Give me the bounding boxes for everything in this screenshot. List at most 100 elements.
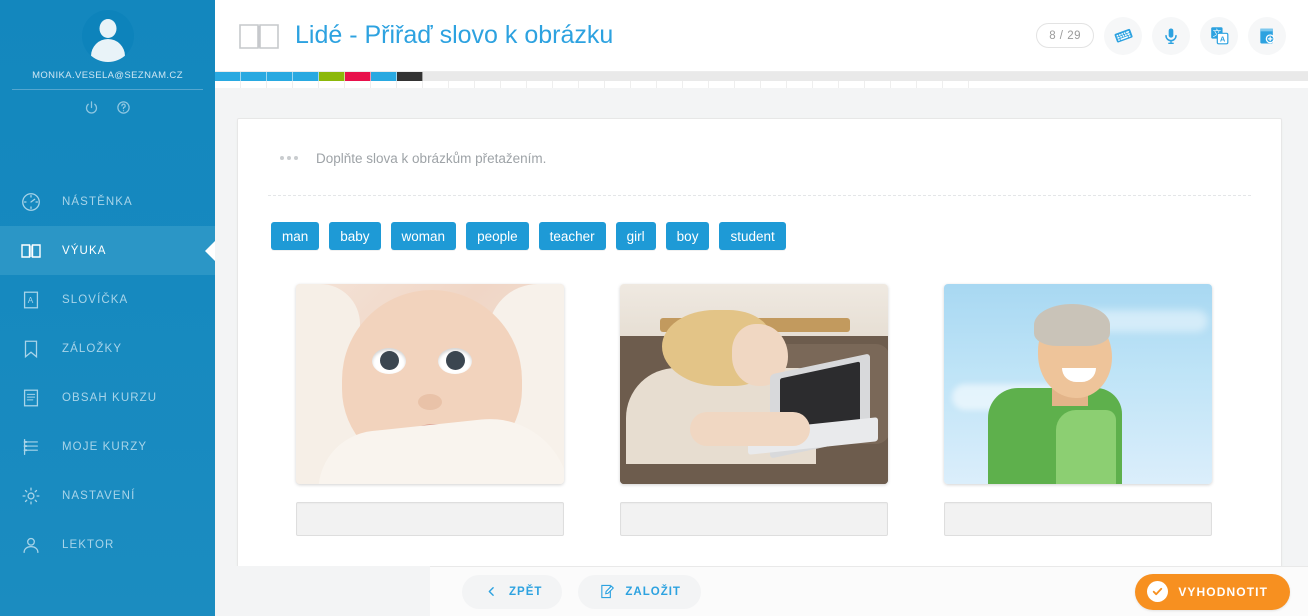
- progress-tick: [241, 81, 267, 88]
- tutor-icon: [18, 532, 44, 558]
- progress-tick: [813, 81, 839, 88]
- back-label: ZPĚT: [509, 585, 543, 598]
- header-left: Lidé - Přiřaď slovo k obrázku: [237, 19, 1036, 53]
- header-actions: 8 / 29 文 A: [1036, 16, 1286, 55]
- progress-segment[interactable]: [397, 72, 423, 81]
- progress-tick: [631, 81, 657, 88]
- sidebar-item-label: VÝUKA: [62, 244, 107, 257]
- progress-tick: [709, 81, 735, 88]
- avatar-body: [90, 39, 125, 62]
- progress-tick: [839, 81, 865, 88]
- progress-tick: [943, 81, 969, 88]
- avatar-head: [99, 19, 116, 38]
- word-chip[interactable]: baby: [329, 222, 381, 250]
- answer-dropzone[interactable]: [296, 502, 564, 536]
- sidebar-item-label: SLOVÍČKA: [62, 293, 129, 306]
- exercise-photo: [944, 284, 1212, 484]
- progress-tick: [267, 81, 293, 88]
- translate-button[interactable]: 文 A: [1200, 16, 1238, 55]
- content-scroll-area[interactable]: Doplňte slova k obrázkům přetažením. man…: [215, 88, 1308, 566]
- progress-tick: [865, 81, 891, 88]
- sidebar-item-zalozky[interactable]: ZÁLOŽKY: [0, 324, 215, 373]
- back-button[interactable]: ZPĚT: [462, 574, 563, 609]
- sidebar-nav: NÁSTĚNKA VÝUKA A SLOVÍČKA ZÁLOŽKY OBSAH …: [0, 177, 215, 569]
- sidebar-item-moje-kurzy[interactable]: MOJE KURZY: [0, 422, 215, 471]
- course-content-icon: [18, 385, 44, 411]
- exercise-photo: [296, 284, 564, 484]
- sidebar-mini-actions: [0, 90, 215, 115]
- sidebar-item-label: NASTAVENÍ: [62, 489, 136, 502]
- svg-text:A: A: [28, 296, 35, 305]
- sidebar-item-slovicka[interactable]: A SLOVÍČKA: [0, 275, 215, 324]
- help-icon[interactable]: [116, 99, 132, 115]
- word-chip[interactable]: man: [271, 222, 320, 250]
- progress-tick: [891, 81, 917, 88]
- progress-segment[interactable]: [215, 72, 241, 81]
- progress-tick: [345, 81, 371, 88]
- chevron-left-icon: [482, 583, 500, 601]
- progress-tick: [449, 81, 475, 88]
- microphone-button[interactable]: [1152, 16, 1190, 55]
- translate-icon: 文 A: [1209, 25, 1230, 46]
- user-avatar-icon[interactable]: [81, 10, 134, 62]
- word-chip[interactable]: boy: [665, 222, 710, 250]
- bookmark-label: ZALOŽIT: [625, 585, 681, 598]
- word-chip[interactable]: woman: [390, 222, 457, 250]
- progress-tick: [683, 81, 709, 88]
- sidebar-item-nastenka[interactable]: NÁSTĚNKA: [0, 177, 215, 226]
- microphone-icon: [1161, 26, 1181, 46]
- progress-segment[interactable]: [293, 72, 319, 81]
- word-chip[interactable]: people: [466, 222, 529, 250]
- progress-segment[interactable]: [371, 72, 397, 81]
- answer-dropzone[interactable]: [944, 502, 1212, 536]
- word-chip-list: man baby woman people teacher girl boy student: [268, 196, 1251, 250]
- progress-tick: [735, 81, 761, 88]
- footer-toolbar: ZPĚT ZALOŽIT VYHODNOTIT: [430, 566, 1308, 616]
- progress-tick: [293, 81, 319, 88]
- lesson-progress-bar: [215, 72, 1308, 88]
- bookmark-button[interactable]: ZALOŽIT: [578, 574, 701, 609]
- keyboard-button[interactable]: [1104, 16, 1142, 55]
- task-instruction: Doplňte slova k obrázkům přetažením.: [316, 150, 547, 166]
- dot: [294, 156, 298, 160]
- progress-tick: [553, 81, 579, 88]
- sidebar-item-vyuka[interactable]: VÝUKA: [0, 226, 215, 275]
- book-icon: [18, 238, 44, 264]
- evaluate-button[interactable]: VYHODNOTIT: [1135, 573, 1290, 610]
- progress-tick: [319, 81, 345, 88]
- progress-segment[interactable]: [241, 72, 267, 81]
- sidebar-item-nastaveni[interactable]: NASTAVENÍ: [0, 471, 215, 520]
- progress-tick: [397, 81, 423, 88]
- add-to-dictionary-button[interactable]: [1248, 16, 1286, 55]
- sidebar: MONIKA.VESELA@SEZNAM.CZ NÁSTĚNKA VÝUKA A…: [0, 0, 215, 616]
- sidebar-item-lektor[interactable]: LEKTOR: [0, 520, 215, 569]
- sidebar-item-label: MOJE KURZY: [62, 440, 148, 453]
- bookmark-icon: [18, 336, 44, 362]
- progress-tick: [501, 81, 527, 88]
- vocabulary-icon: A: [18, 287, 44, 313]
- my-courses-icon: [18, 434, 44, 460]
- sidebar-item-obsah-kurzu[interactable]: OBSAH KURZU: [0, 373, 215, 422]
- sidebar-item-label: ZÁLOŽKY: [62, 342, 123, 355]
- answer-dropzone[interactable]: [620, 502, 888, 536]
- exercise-item: [620, 284, 888, 536]
- progress-segment[interactable]: [319, 72, 345, 81]
- exercise-photo: [620, 284, 888, 484]
- progress-tick: [657, 81, 683, 88]
- woman-with-laptop-photo: [620, 284, 888, 484]
- word-chip[interactable]: teacher: [538, 222, 606, 250]
- avatar-wrap: [0, 0, 215, 62]
- dot: [280, 156, 284, 160]
- progress-segment[interactable]: [345, 72, 371, 81]
- dashboard-icon: [18, 189, 44, 215]
- progress-tick: [527, 81, 553, 88]
- gear-icon: [18, 483, 44, 509]
- word-chip[interactable]: girl: [615, 222, 656, 250]
- power-icon[interactable]: [84, 99, 100, 115]
- exercise-item-list: [268, 250, 1251, 536]
- word-chip[interactable]: student: [719, 222, 786, 250]
- smiling-man-sky-photo: [944, 284, 1212, 484]
- more-options-icon[interactable]: [268, 156, 298, 160]
- open-book-icon: [237, 19, 281, 53]
- progress-segment[interactable]: [267, 72, 293, 81]
